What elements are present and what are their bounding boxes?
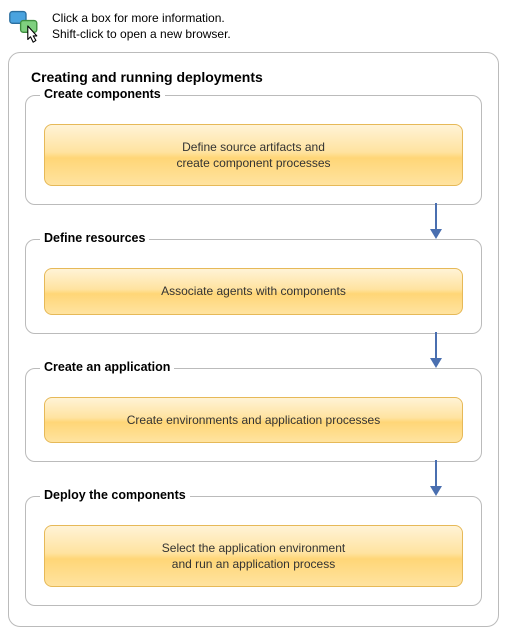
arrow-down-icon [426,460,446,498]
stage-title: Create an application [40,360,174,374]
main-title: Creating and running deployments [31,69,482,85]
action-select-environment-run[interactable]: Select the application environment and r… [44,525,463,587]
stage-deploy-components: Deploy the components Select the applica… [25,496,482,606]
action-associate-agents[interactable]: Associate agents with components [44,268,463,314]
hint-text: Click a box for more information. Shift-… [52,8,231,42]
arrow-down-icon [426,203,446,241]
main-panel: Creating and running deployments Create … [8,52,499,627]
hint-line-2: Shift-click to open a new browser. [52,26,231,42]
stage-create-application: Create an application Create environment… [25,368,482,462]
action-define-source-artifacts[interactable]: Define source artifacts and create compo… [44,124,463,186]
action-line: Define source artifacts and [55,139,452,155]
hint-line-1: Click a box for more information. [52,10,231,26]
action-line: and run an application process [55,556,452,572]
stage-define-resources: Define resources Associate agents with c… [25,239,482,333]
stage-create-components: Create components Define source artifact… [25,95,482,205]
action-line: Select the application environment [55,540,452,556]
hint-header: Click a box for more information. Shift-… [8,8,499,44]
action-line: Create environments and application proc… [55,412,452,428]
action-line: create component processes [55,155,452,171]
action-line: Associate agents with components [55,283,452,299]
click-box-icon [8,8,44,44]
stage-title: Deploy the components [40,488,190,502]
stage-title: Create components [40,87,165,101]
action-create-environments[interactable]: Create environments and application proc… [44,397,463,443]
arrow-down-icon [426,332,446,370]
stage-title: Define resources [40,231,149,245]
